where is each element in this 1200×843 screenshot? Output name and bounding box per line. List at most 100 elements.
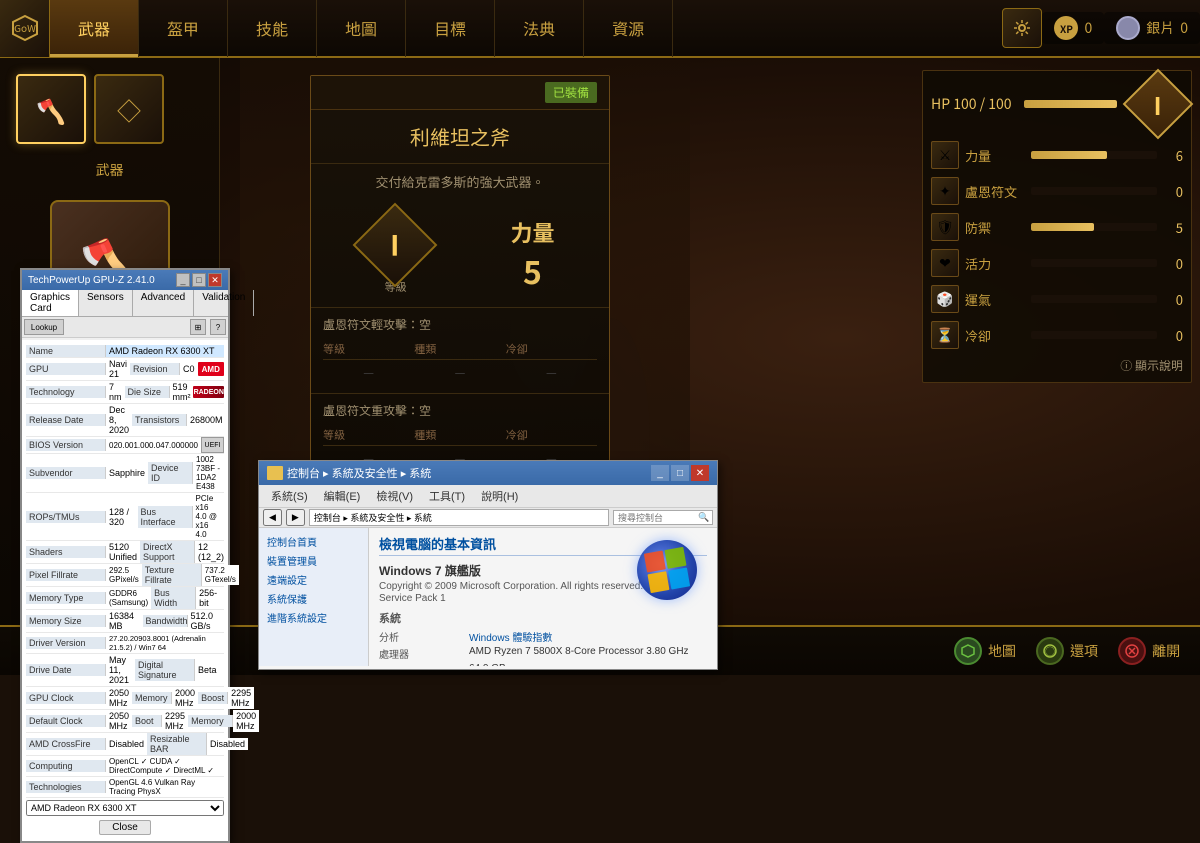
address-text: 控制台 ▸ 系統及安全性 ▸ 系統 — [314, 513, 432, 523]
gpuz-row-memsize: Memory Size 16384 MB Bandwidth 512.0 GB/… — [26, 610, 224, 633]
nav-control-panel[interactable]: 控制台首頁 — [259, 532, 368, 551]
ram-label: 安裝記憶體 (RAM) — [379, 663, 469, 666]
stat-name-cooldown: 冷卻 — [965, 326, 1025, 345]
tab-objectives[interactable]: 目標 — [406, 0, 495, 57]
gpuz-tab-graphics[interactable]: Graphics Card — [22, 290, 79, 316]
win-pane-red — [644, 550, 666, 572]
search-input[interactable] — [618, 512, 698, 523]
sysinfo-address-bar: ◀ ▶ 控制台 ▸ 系統及安全性 ▸ 系統 🔍 — [259, 508, 717, 528]
gpuz-uefi-icon[interactable]: ⊞ — [190, 319, 206, 335]
weapon-slot-2[interactable]: ◇ — [94, 74, 164, 144]
sysinfo-close-btn[interactable]: ✕ — [691, 465, 709, 481]
tab-weapons[interactable]: 武器 — [50, 0, 139, 57]
gpuz-row-defaultclock: Default Clock 2050 MHz Boot 2295 MHz Mem… — [26, 710, 224, 733]
menu-item-edit[interactable]: 編輯(E) — [316, 486, 369, 506]
gpuz-tab-sensors[interactable]: Sensors — [79, 290, 133, 316]
bottom-leave-button[interactable]: 離開 — [1118, 637, 1180, 665]
nav-forward-btn[interactable]: ▶ — [286, 509, 305, 526]
menu-item-system[interactable]: 系統(S) — [263, 486, 316, 506]
sysinfo-main: 檢視電腦的基本資訊 Windows 7 旗艦版 Copyright © 2009… — [369, 528, 717, 666]
gpuz-row-shaders: Shaders 5120 Unified DirectX Support 12 … — [26, 541, 224, 564]
sysinfo-folder-icon — [267, 466, 283, 480]
gpuz-title: TechPowerUp GPU-Z 2.41.0 — [28, 275, 155, 286]
search-box: 🔍 — [613, 510, 713, 525]
gpuz-question-icon[interactable]: ? — [210, 319, 226, 335]
weapon-level-diamond: I — [353, 203, 438, 288]
stat-name-strength: 力量 — [965, 146, 1025, 165]
sysinfo-row-rating: 分析 Windows 體驗指數 — [379, 629, 707, 644]
address-bar-input[interactable]: 控制台 ▸ 系統及安全性 ▸ 系統 — [309, 509, 609, 526]
enchant-light-section: 盧恩符文輕攻擊：空 等級 種類 冷卻 — — — — [311, 307, 609, 393]
xp-counter: XP 0 — [1042, 12, 1104, 44]
gpuz-row-name: Name AMD Radeon RX 6300 XT — [26, 344, 224, 358]
nav-device-manager[interactable]: 裝置管理員 — [259, 551, 368, 570]
defense-icon: 🛡 — [931, 213, 959, 241]
luck-value: 0 — [1163, 290, 1183, 309]
nav-advanced-settings[interactable]: 進階系統設定 — [259, 608, 368, 627]
cpu-label: 處理器 — [379, 646, 469, 661]
stat-name-vitality: 活力 — [965, 254, 1025, 273]
luck-bar-container — [1031, 295, 1157, 303]
nav-system-protection[interactable]: 系統保護 — [259, 589, 368, 608]
gpuz-row-rops: ROPs/TMUs 128 / 320 Bus Interface PCIe x… — [26, 493, 224, 541]
gpuz-tab-validation[interactable]: Validation — [194, 290, 254, 316]
weapon-stat-value: 5 — [523, 248, 542, 294]
enchant-light-label: 盧恩符文輕攻擊：空 — [323, 316, 597, 333]
tab-lore[interactable]: 法典 — [495, 0, 584, 57]
show-details-button[interactable]: ⓘ 顯示說明 — [931, 357, 1183, 374]
enchant-light-header: 等級 種類 冷卻 — [323, 339, 597, 360]
gpuz-lookup-btn[interactable]: Lookup — [24, 319, 64, 335]
menu-item-tools[interactable]: 工具(T) — [421, 486, 473, 506]
gpuz-maximize-btn[interactable]: □ — [192, 273, 206, 287]
cooldown-bar-container — [1031, 331, 1157, 339]
tab-map[interactable]: 地圖 — [317, 0, 406, 57]
gpuz-content: Name AMD Radeon RX 6300 XT GPU Navi 21 R… — [22, 340, 228, 841]
nav-remote-settings[interactable]: 遠端設定 — [259, 570, 368, 589]
gpuz-uefi-badge[interactable]: UEFI — [201, 437, 224, 453]
strength-value: 6 — [1163, 146, 1183, 165]
gpuz-close-btn[interactable]: ✕ — [208, 273, 222, 287]
level-diamond: I — [1123, 69, 1194, 140]
gpuz-row-release: Release Date Dec 8, 2020 Transistors 268… — [26, 404, 224, 437]
rune-value: 0 — [1163, 182, 1183, 201]
sysinfo-maximize-btn[interactable]: □ — [671, 465, 689, 481]
map-icon — [954, 637, 982, 665]
weapon-slot-container: 🪓 ◇ — [16, 74, 203, 144]
gpuz-row-drivedate: Drive Date May 11, 2021 Digital Signatur… — [26, 654, 224, 687]
rune-bar-container — [1031, 187, 1157, 195]
sysinfo-minimize-btn[interactable]: _ — [651, 465, 669, 481]
gpuz-row-technologies: Technologies OpenGL 4.6 Vulkan Ray Traci… — [26, 777, 224, 798]
weapon-stat-name: 力量 — [510, 216, 554, 248]
enchant-heavy-header: 等級 種類 冷卻 — [323, 425, 597, 446]
return-label: 還項 — [1070, 641, 1098, 661]
bottom-return-button[interactable]: ○ 還項 — [1036, 637, 1098, 665]
menu-item-help[interactable]: 說明(H) — [473, 486, 526, 506]
stat-name-rune: 盧恩符文 — [965, 182, 1025, 201]
gpuz-tab-advanced[interactable]: Advanced — [133, 290, 194, 316]
weapon-name: 利維坦之斧 — [311, 110, 609, 164]
stats-panel: HP 100 / 100 I ⚔ 力量 6 ✦ 盧恩符文 0 🛡 防禦 5 ❤ — [922, 70, 1192, 383]
leave-icon — [1118, 637, 1146, 665]
gpuz-tabs: Graphics Card Sensors Advanced Validatio… — [22, 290, 228, 317]
bottom-map-button[interactable]: 地圖 — [954, 637, 1016, 665]
menu-item-view[interactable]: 檢視(V) — [368, 486, 421, 506]
gpuz-minimize-btn[interactable]: _ — [176, 273, 190, 287]
equipped-badge: 已裝備 — [545, 82, 597, 103]
hp-label: HP 100 / 100 — [931, 94, 1012, 114]
nav-back-btn[interactable]: ◀ — [263, 509, 282, 526]
enchant-light-row: — — — — [323, 360, 597, 385]
tab-armor[interactable]: 盔甲 — [139, 0, 228, 57]
tab-skills[interactable]: 技能 — [228, 0, 317, 57]
gpuz-close-btn-button[interactable]: Close — [99, 820, 151, 835]
stat-row-rune: ✦ 盧恩符文 0 — [931, 177, 1183, 205]
gpuz-close-button-row: Close — [26, 818, 224, 837]
stat-name-defense: 防禦 — [965, 218, 1025, 237]
weapon-slot-1[interactable]: 🪓 — [16, 74, 86, 144]
sysinfo-title-left: 控制台 ▸ 系統及安全性 ▸ 系統 — [267, 465, 431, 481]
game-logo: GoW — [0, 0, 50, 57]
gpuz-titlebar: TechPowerUp GPU-Z 2.41.0 _ □ ✕ — [22, 270, 228, 290]
sysinfo-row-cpu: 處理器 AMD Ryzen 7 5800X 8-Core Processor 3… — [379, 646, 707, 661]
gpuz-gpu-select[interactable]: AMD Radeon RX 6300 XT — [26, 800, 224, 816]
tab-resources[interactable]: 資源 — [584, 0, 673, 57]
settings-button[interactable] — [1002, 8, 1042, 48]
